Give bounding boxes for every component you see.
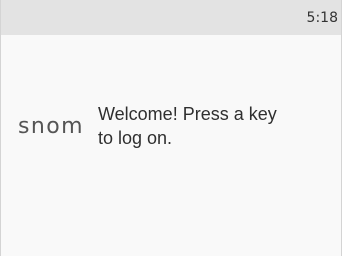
phone-screen: 5:18 snom Welcome! Press a key to log on… xyxy=(0,0,342,256)
snom-logo: snom xyxy=(18,114,84,139)
welcome-line-1: Welcome! Press a key xyxy=(98,104,277,124)
welcome-message: Welcome! Press a key to log on. xyxy=(98,102,328,150)
status-time: 5:18 xyxy=(306,10,338,26)
status-bar: 5:18 xyxy=(1,0,341,35)
welcome-line-2: to log on. xyxy=(98,128,173,148)
welcome-screen[interactable]: snom Welcome! Press a key to log on. xyxy=(1,35,341,256)
